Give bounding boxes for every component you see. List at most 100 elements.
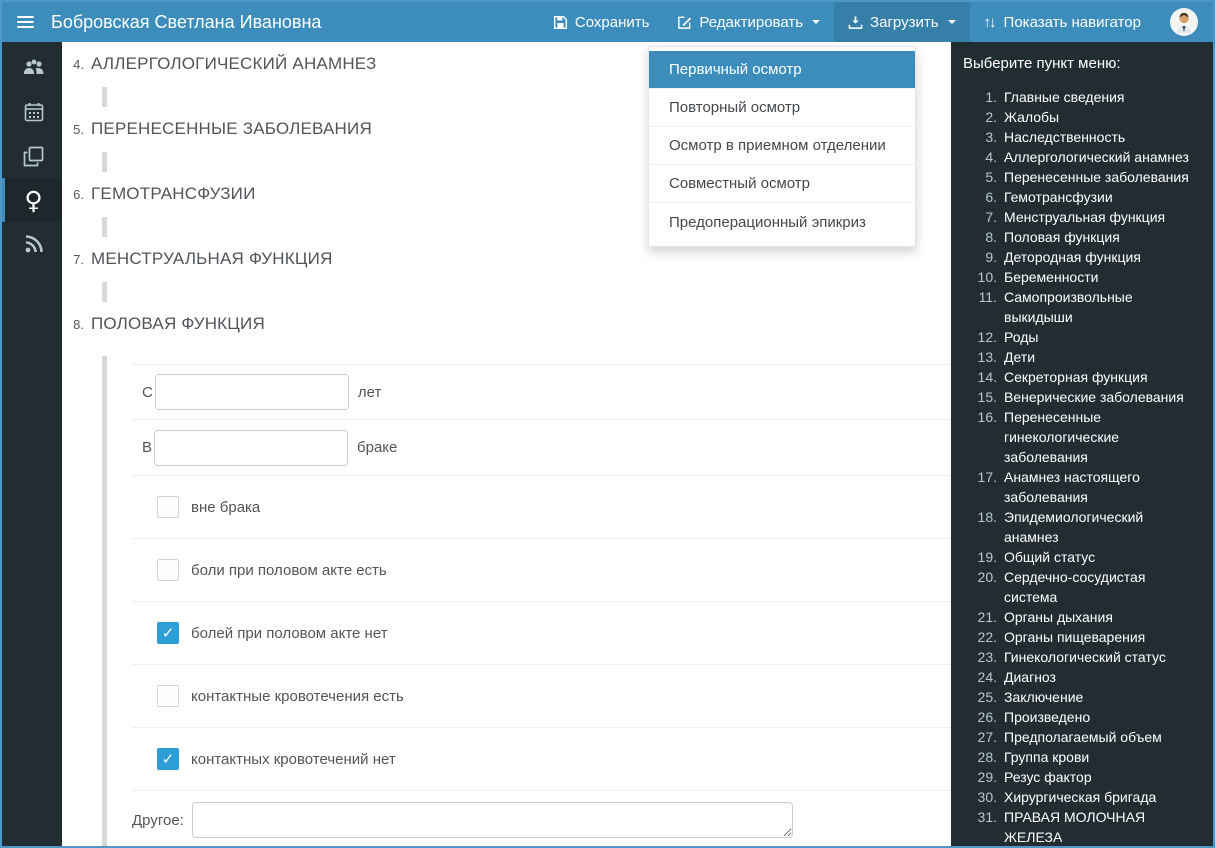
menu-item-number: 9. [985, 249, 997, 265]
menu-item-text: Секреторная функция [1004, 369, 1148, 385]
navigator-menu-item[interactable]: 22. Органы пищеварения [963, 627, 1201, 647]
menu-item-number: 10. [977, 269, 997, 285]
users-icon [23, 59, 43, 74]
checkbox[interactable] [157, 496, 179, 518]
menu-item-text: Самопроизвольные выкидыши [1004, 289, 1133, 325]
navigator-menu-item[interactable]: 13. Дети [963, 347, 1201, 367]
menu-item-number: 1. [985, 89, 997, 105]
sidebar-item-calendar[interactable] [2, 90, 62, 134]
dropdown-menu-item[interactable]: Повторный осмотр [649, 89, 915, 127]
menu-item-number: 2. [985, 109, 997, 125]
save-floppy-icon [553, 15, 567, 29]
sidebar-item-patients[interactable] [2, 46, 62, 90]
menu-item-number: 29. [977, 769, 997, 785]
navigator-menu-item[interactable]: 3. Наследственность [963, 127, 1201, 147]
navigator-menu-item[interactable]: 9. Детородная функция [963, 247, 1201, 267]
navigator-menu-item[interactable]: 16. Перенесенные гинекологические заболе… [963, 407, 1201, 467]
dropdown-menu-item[interactable]: Первичный осмотр [649, 51, 915, 89]
navigator-menu-item[interactable]: 26. Произведено [963, 707, 1201, 727]
checkbox-label: контактных кровотечений нет [191, 750, 396, 768]
left-sidebar: ♀ [2, 42, 62, 846]
navigator-menu-item[interactable]: 27. Предполагаемый объем [963, 727, 1201, 747]
form-other-row: Другое: [132, 791, 951, 846]
menu-item-text: Роды [1004, 329, 1039, 345]
menu-item-text: Эпидемиологический анамнез [1004, 509, 1144, 545]
navigator-menu-item[interactable]: 19. Общий статус [963, 547, 1201, 567]
navigator-menu-item[interactable]: 31. ПРАВАЯ МОЛОЧНАЯ ЖЕЛЕЗА [963, 807, 1201, 846]
navigator-menu-item[interactable]: 4. Аллергологический анамнез [963, 147, 1201, 167]
save-button[interactable]: Сохранить [539, 2, 664, 42]
section-title: ПОЛОВАЯ ФУНКЦИЯ [91, 314, 265, 333]
input-prefix-label: В [142, 439, 153, 456]
menu-item-number: 26. [977, 709, 997, 725]
dropdown-menu-item[interactable]: Предоперационный эпикриз [649, 203, 915, 241]
checkbox-label: болей при половом акте нет [191, 624, 388, 642]
input-prefix-label: С [142, 383, 153, 401]
navigator-menu-item[interactable]: 1. Главные сведения [963, 87, 1201, 107]
show-navigator-button[interactable]: ↑↓ Показать навигатор [970, 2, 1155, 42]
checkbox[interactable] [157, 622, 179, 644]
navigator-menu-item[interactable]: 24. Диагноз [963, 667, 1201, 687]
form-rows: С лет В браке вне брака боли при половом… [132, 364, 951, 846]
dropdown-menu-item[interactable]: Осмотр в приемном отделении [649, 127, 915, 165]
text-input[interactable] [154, 374, 349, 410]
navigator-menu-item[interactable]: 17. Анамнез настоящего заболевания [963, 467, 1201, 507]
menu-item-number: 17. [977, 469, 997, 485]
navigator-menu-item[interactable]: 7. Менструальная функция [963, 207, 1201, 227]
navigator-menu-item[interactable]: 23. Гинекологический статус [963, 647, 1201, 667]
upload-button[interactable]: Загрузить [834, 2, 970, 42]
checkbox-rows: вне брака боли при половом акте есть бол… [132, 476, 951, 791]
text-input[interactable] [154, 429, 349, 466]
navigator-menu-item[interactable]: 18. Эпидемиологический анамнез [963, 507, 1201, 547]
checkbox[interactable] [157, 559, 179, 581]
navigator-menu-item[interactable]: 25. Заключение [963, 687, 1201, 707]
menu-item-text: Гемотрансфузии [1004, 189, 1113, 205]
navigator-menu-item[interactable]: 14. Секреторная функция [963, 367, 1201, 387]
checkbox[interactable] [157, 748, 179, 770]
menu-item-number: 4. [985, 149, 997, 165]
menu-item-text: Перенесенные заболевания [1004, 169, 1189, 185]
navigator-menu-item[interactable]: 5. Перенесенные заболевания [963, 167, 1201, 187]
checkbox-label: контактные кровотечения есть [191, 687, 404, 705]
section-collapse-stub [102, 152, 107, 172]
navigator-menu-item[interactable]: 21. Органы дыхания [963, 607, 1201, 627]
hamburger-menu-button[interactable] [2, 2, 48, 42]
navigator-menu-item[interactable]: 10. Беременности [963, 267, 1201, 287]
navigator-menu-item[interactable]: 30. Хирургическая бригада [963, 787, 1201, 807]
menu-item-text: Общий статус [1004, 549, 1096, 565]
sidebar-item-gynecology[interactable]: ♀ [2, 178, 62, 222]
navigator-menu-item[interactable]: 2. Жалобы [963, 107, 1201, 127]
app-window: Бобровская Светлана Ивановна Сохранить Р… [0, 0, 1215, 848]
menu-item-number: 14. [977, 369, 997, 385]
section-title: АЛЛЕРГОЛОГИЧЕСКИЙ АНАМНЕЗ [91, 54, 377, 73]
section-number: 8. [73, 317, 84, 332]
navigator-menu-item[interactable]: 6. Гемотрансфузии [963, 187, 1201, 207]
hamburger-icon [16, 16, 34, 18]
checkbox-label: вне брака [191, 498, 261, 516]
navigator-menu-item[interactable]: 8. Половая функция [963, 227, 1201, 247]
sidebar-item-documents[interactable] [2, 134, 62, 178]
user-avatar-button[interactable] [1155, 2, 1213, 42]
menu-item-text: Жалобы [1004, 109, 1060, 125]
menu-item-number: 30. [977, 789, 997, 805]
sidebar-item-feed[interactable] [2, 222, 62, 266]
upload-dropdown-menu: Первичный осмотр Повторный осмотр Осмотр… [648, 46, 916, 247]
form-input-row: С лет [132, 364, 951, 420]
other-textarea[interactable] [191, 802, 793, 838]
edit-button[interactable]: Редактировать [663, 2, 834, 42]
navigator-menu-item[interactable]: 20. Сердечно-сосудистая система [963, 567, 1201, 607]
menu-item-text: Главные сведения [1004, 89, 1125, 105]
menu-item-text: Резус фактор [1004, 769, 1092, 785]
navigator-menu-item[interactable]: 12. Роды [963, 327, 1201, 347]
navigator-menu-item[interactable]: 28. Группа крови [963, 747, 1201, 767]
menu-item-number: 23. [977, 649, 997, 665]
dropdown-menu-item[interactable]: Совместный осмотр [649, 165, 915, 203]
navigator-menu-item[interactable]: 11. Самопроизвольные выкидыши [963, 287, 1201, 327]
menu-item-number: 19. [977, 549, 997, 565]
menu-item-number: 7. [985, 209, 997, 225]
navigator-menu-item[interactable]: 15. Венерические заболевания [963, 387, 1201, 407]
navigator-menu-item[interactable]: 29. Резус фактор [963, 767, 1201, 787]
form-checkbox-row: боли при половом акте есть [132, 539, 951, 602]
checkbox[interactable] [157, 685, 179, 707]
section-collapse-stub [102, 282, 107, 302]
